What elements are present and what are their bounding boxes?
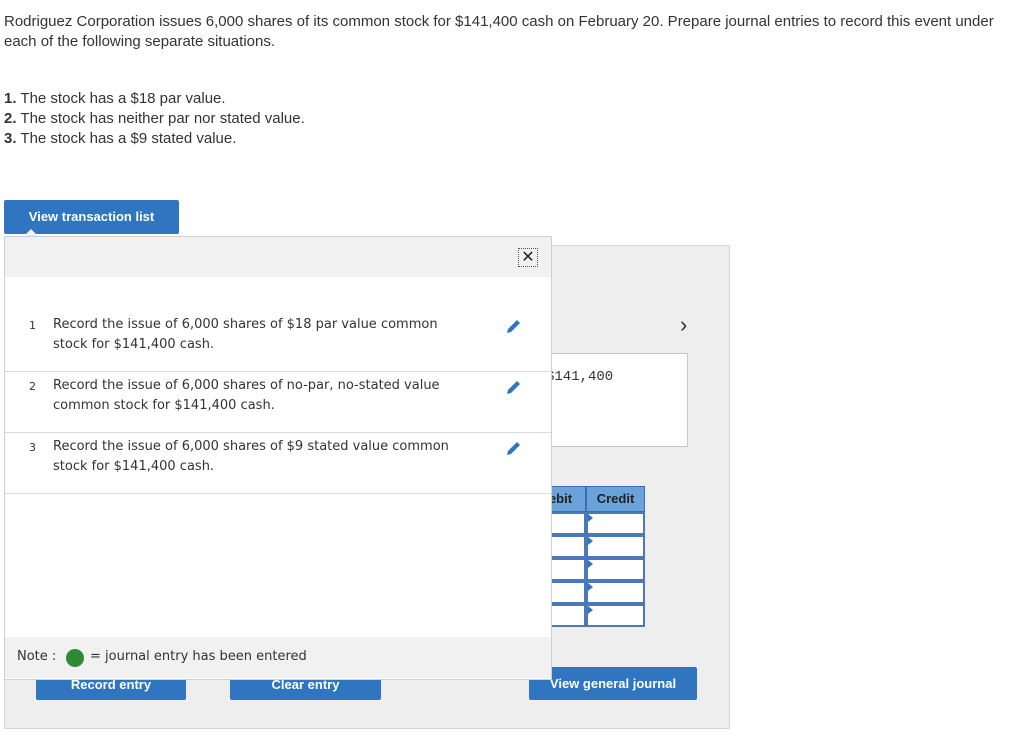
transaction-number: 2 — [29, 380, 36, 393]
legend-note: Note : = journal entry has been entered — [5, 637, 551, 678]
transaction-item[interactable]: 1 Record the issue of 6,000 shares of $1… — [5, 311, 551, 372]
note-label: Note : — [17, 649, 57, 664]
credit-input[interactable] — [586, 558, 645, 581]
next-arrow-icon[interactable]: › — [680, 312, 687, 338]
transaction-text: Record the issue of 6,000 shares of $18 … — [53, 317, 438, 352]
transaction-description-box — [538, 353, 688, 447]
entered-dot-icon — [66, 649, 84, 667]
transaction-number: 3 — [29, 441, 36, 454]
transaction-number: 1 — [29, 319, 36, 332]
credit-header: Credit — [586, 486, 645, 512]
pencil-icon[interactable] — [505, 439, 523, 457]
transaction-item[interactable]: 3 Record the issue of 6,000 shares of $9… — [5, 433, 551, 494]
transaction-list-popup: ✕ 1 Record the issue of 6,000 shares of … — [4, 236, 552, 680]
credit-input[interactable] — [586, 535, 645, 558]
requirements-list: 1. The stock has a $18 par value. 2. The… — [4, 89, 305, 149]
view-general-journal-button[interactable]: View general journal — [529, 667, 697, 700]
credit-input[interactable] — [586, 581, 645, 604]
popup-header — [5, 237, 551, 277]
pencil-icon[interactable] — [505, 317, 523, 335]
close-icon[interactable]: ✕ — [518, 248, 538, 267]
pencil-icon[interactable] — [505, 378, 523, 396]
credit-input[interactable] — [586, 512, 645, 535]
transaction-text: Record the issue of 6,000 shares of $9 s… — [53, 439, 449, 474]
transaction-item[interactable]: 2 Record the issue of 6,000 shares of no… — [5, 372, 551, 433]
transaction-amount: $141,400 — [546, 369, 614, 385]
question-text: Rodriguez Corporation issues 6,000 share… — [4, 13, 994, 50]
popup-pointer — [24, 229, 38, 236]
requirement-item: 2. The stock has neither par nor stated … — [4, 110, 305, 127]
requirement-item: 1. The stock has a $18 par value. — [4, 90, 226, 107]
note-text: = journal entry has been entered — [90, 649, 307, 664]
credit-input[interactable] — [586, 604, 645, 627]
transaction-text: Record the issue of 6,000 shares of no-p… — [53, 378, 440, 413]
requirement-item: 3. The stock has a $9 stated value. — [4, 130, 237, 147]
